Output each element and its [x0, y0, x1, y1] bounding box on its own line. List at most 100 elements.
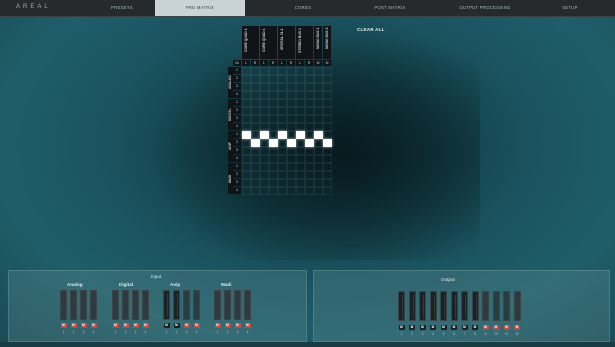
matrix-crosspoint[interactable]	[269, 147, 278, 155]
matrix-crosspoint[interactable]	[251, 91, 260, 99]
input-fader[interactable]	[60, 290, 67, 320]
output-mute-button[interactable]: M	[409, 325, 415, 330]
matrix-crosspoint[interactable]	[296, 75, 305, 83]
input-fader[interactable]	[234, 290, 241, 320]
matrix-crosspoint[interactable]	[260, 67, 269, 75]
output-fader[interactable]	[419, 291, 426, 321]
input-mute-button[interactable]: M	[60, 323, 67, 328]
input-mute-button[interactable]: M	[142, 323, 149, 328]
matrix-crosspoint[interactable]	[323, 179, 332, 187]
output-mute-button[interactable]: M	[461, 325, 468, 330]
matrix-crosspoint[interactable]	[296, 187, 305, 195]
matrix-crosspoint[interactable]	[305, 179, 314, 187]
matrix-crosspoint[interactable]	[323, 115, 332, 123]
matrix-crosspoint[interactable]	[242, 107, 251, 115]
matrix-crosspoint[interactable]	[242, 83, 251, 91]
output-fader[interactable]	[450, 291, 458, 321]
input-fader[interactable]	[193, 290, 200, 320]
matrix-crosspoint[interactable]	[314, 115, 323, 123]
matrix-crosspoint[interactable]	[269, 91, 278, 99]
matrix-crosspoint[interactable]	[314, 123, 323, 131]
matrix-crosspoint[interactable]	[260, 123, 269, 131]
matrix-crosspoint[interactable]	[269, 83, 278, 91]
matrix-crosspoint[interactable]	[296, 139, 305, 147]
matrix-crosspoint[interactable]	[296, 123, 305, 131]
matrix-crosspoint[interactable]	[260, 155, 269, 163]
matrix-crosspoint[interactable]	[278, 171, 287, 179]
matrix-crosspoint[interactable]	[305, 187, 314, 195]
matrix-crosspoint[interactable]	[305, 67, 314, 75]
input-mute-button[interactable]: M	[244, 323, 251, 328]
input-mute-button[interactable]: M	[193, 323, 200, 328]
output-mute-button[interactable]: M	[514, 325, 520, 330]
matrix-crosspoint[interactable]	[269, 67, 278, 75]
matrix-crosspoint[interactable]	[323, 83, 332, 91]
matrix-crosspoint[interactable]	[242, 179, 251, 187]
matrix-crosspoint[interactable]	[242, 139, 251, 147]
matrix-crosspoint[interactable]	[242, 123, 251, 131]
matrix-crosspoint[interactable]	[323, 123, 332, 131]
matrix-crosspoint[interactable]	[296, 83, 305, 91]
matrix-crosspoint[interactable]	[323, 67, 332, 75]
matrix-crosspoint[interactable]	[323, 131, 332, 139]
input-mute-button[interactable]: M	[234, 323, 241, 328]
matrix-crosspoint[interactable]	[269, 99, 278, 107]
matrix-crosspoint[interactable]	[269, 115, 278, 123]
matrix-crosspoint[interactable]	[296, 155, 305, 163]
matrix-crosspoint[interactable]	[251, 163, 260, 171]
matrix-crosspoint[interactable]	[314, 155, 323, 163]
matrix-crosspoint[interactable]	[260, 179, 269, 187]
matrix-crosspoint[interactable]	[323, 155, 332, 163]
input-fader[interactable]	[244, 290, 251, 320]
matrix-crosspoint[interactable]	[296, 99, 305, 107]
matrix-crosspoint[interactable]	[323, 107, 332, 115]
matrix-crosspoint[interactable]	[251, 187, 260, 195]
matrix-crosspoint[interactable]	[278, 75, 287, 83]
matrix-crosspoint[interactable]	[260, 75, 269, 83]
matrix-crosspoint[interactable]	[278, 155, 287, 163]
matrix-crosspoint[interactable]	[287, 163, 296, 171]
input-fader[interactable]	[90, 290, 97, 320]
matrix-crosspoint-active[interactable]	[269, 139, 278, 147]
matrix-crosspoint[interactable]	[242, 75, 251, 83]
input-fader[interactable]	[224, 290, 231, 320]
matrix-crosspoint[interactable]	[296, 179, 305, 187]
matrix-crosspoint[interactable]	[260, 147, 269, 155]
output-fader[interactable]	[513, 291, 521, 321]
matrix-crosspoint[interactable]	[296, 147, 305, 155]
matrix-crosspoint[interactable]	[278, 99, 287, 107]
tab-post-matrix[interactable]: POST MATRIX	[350, 0, 430, 16]
matrix-crosspoint[interactable]	[323, 163, 332, 171]
matrix-crosspoint[interactable]	[278, 147, 287, 155]
output-fader[interactable]	[440, 291, 447, 321]
matrix-crosspoint-active[interactable]	[287, 139, 296, 147]
matrix-crosspoint[interactable]	[260, 187, 269, 195]
matrix-crosspoint[interactable]	[251, 67, 260, 75]
matrix-crosspoint-active[interactable]	[260, 131, 269, 139]
matrix-crosspoint[interactable]	[260, 171, 269, 179]
matrix-crosspoint[interactable]	[242, 171, 251, 179]
output-fader[interactable]	[492, 291, 500, 321]
matrix-crosspoint[interactable]	[305, 147, 314, 155]
output-mute-button[interactable]: M	[503, 325, 510, 330]
input-fader[interactable]	[142, 290, 149, 320]
matrix-crosspoint[interactable]	[278, 123, 287, 131]
matrix-crosspoint[interactable]	[251, 115, 260, 123]
matrix-crosspoint[interactable]	[251, 107, 260, 115]
matrix-crosspoint[interactable]	[242, 67, 251, 75]
matrix-crosspoint[interactable]	[314, 179, 323, 187]
matrix-crosspoint[interactable]	[251, 171, 260, 179]
matrix-crosspoint[interactable]	[278, 179, 287, 187]
matrix-crosspoint[interactable]	[305, 115, 314, 123]
matrix-crosspoint[interactable]	[260, 139, 269, 147]
matrix-crosspoint[interactable]	[314, 163, 323, 171]
input-fader[interactable]	[70, 290, 77, 320]
matrix-crosspoint[interactable]	[269, 75, 278, 83]
matrix-crosspoint[interactable]	[278, 67, 287, 75]
matrix-crosspoint[interactable]	[305, 91, 314, 99]
matrix-crosspoint[interactable]	[305, 99, 314, 107]
matrix-crosspoint[interactable]	[296, 171, 305, 179]
matrix-crosspoint[interactable]	[287, 123, 296, 131]
matrix-crosspoint[interactable]	[251, 179, 260, 187]
matrix-crosspoint[interactable]	[269, 171, 278, 179]
